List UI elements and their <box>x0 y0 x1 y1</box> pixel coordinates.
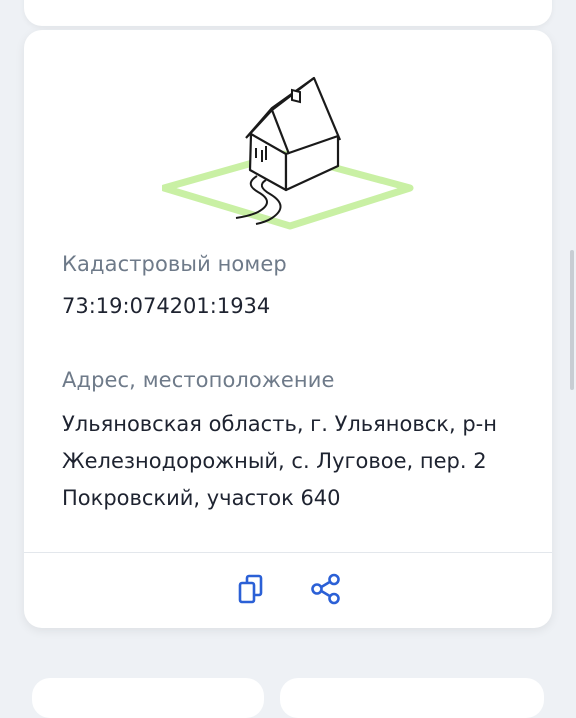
address-value: Ульяновская область, г. Ульяновск, р-н Ж… <box>62 406 522 517</box>
address-line: Покровский, участок 640 <box>62 486 341 510</box>
cadastral-number-value: 73:19:074201:1934 <box>62 294 271 318</box>
copy-button[interactable] <box>234 571 270 607</box>
address-line: Ульяновская область, г. Ульяновск, р-н <box>62 412 497 436</box>
address-label: Адрес, местоположение <box>62 368 335 392</box>
next-card[interactable] <box>280 678 544 718</box>
share-button[interactable] <box>308 571 344 607</box>
card-actions <box>24 553 552 628</box>
scrollbar[interactable] <box>570 250 574 390</box>
land-plot-card: Кадастровый номер 73:19:074201:1934 Адре… <box>24 30 552 628</box>
house-plot-icon <box>162 76 414 230</box>
next-card[interactable] <box>32 678 264 718</box>
address-line: Железнодорожный, с. Луговое, пер. 2 <box>62 449 487 473</box>
previous-card <box>24 0 552 26</box>
cadastral-number-label: Кадастровый номер <box>62 252 287 276</box>
copy-icon <box>238 574 263 604</box>
share-icon <box>311 573 340 605</box>
